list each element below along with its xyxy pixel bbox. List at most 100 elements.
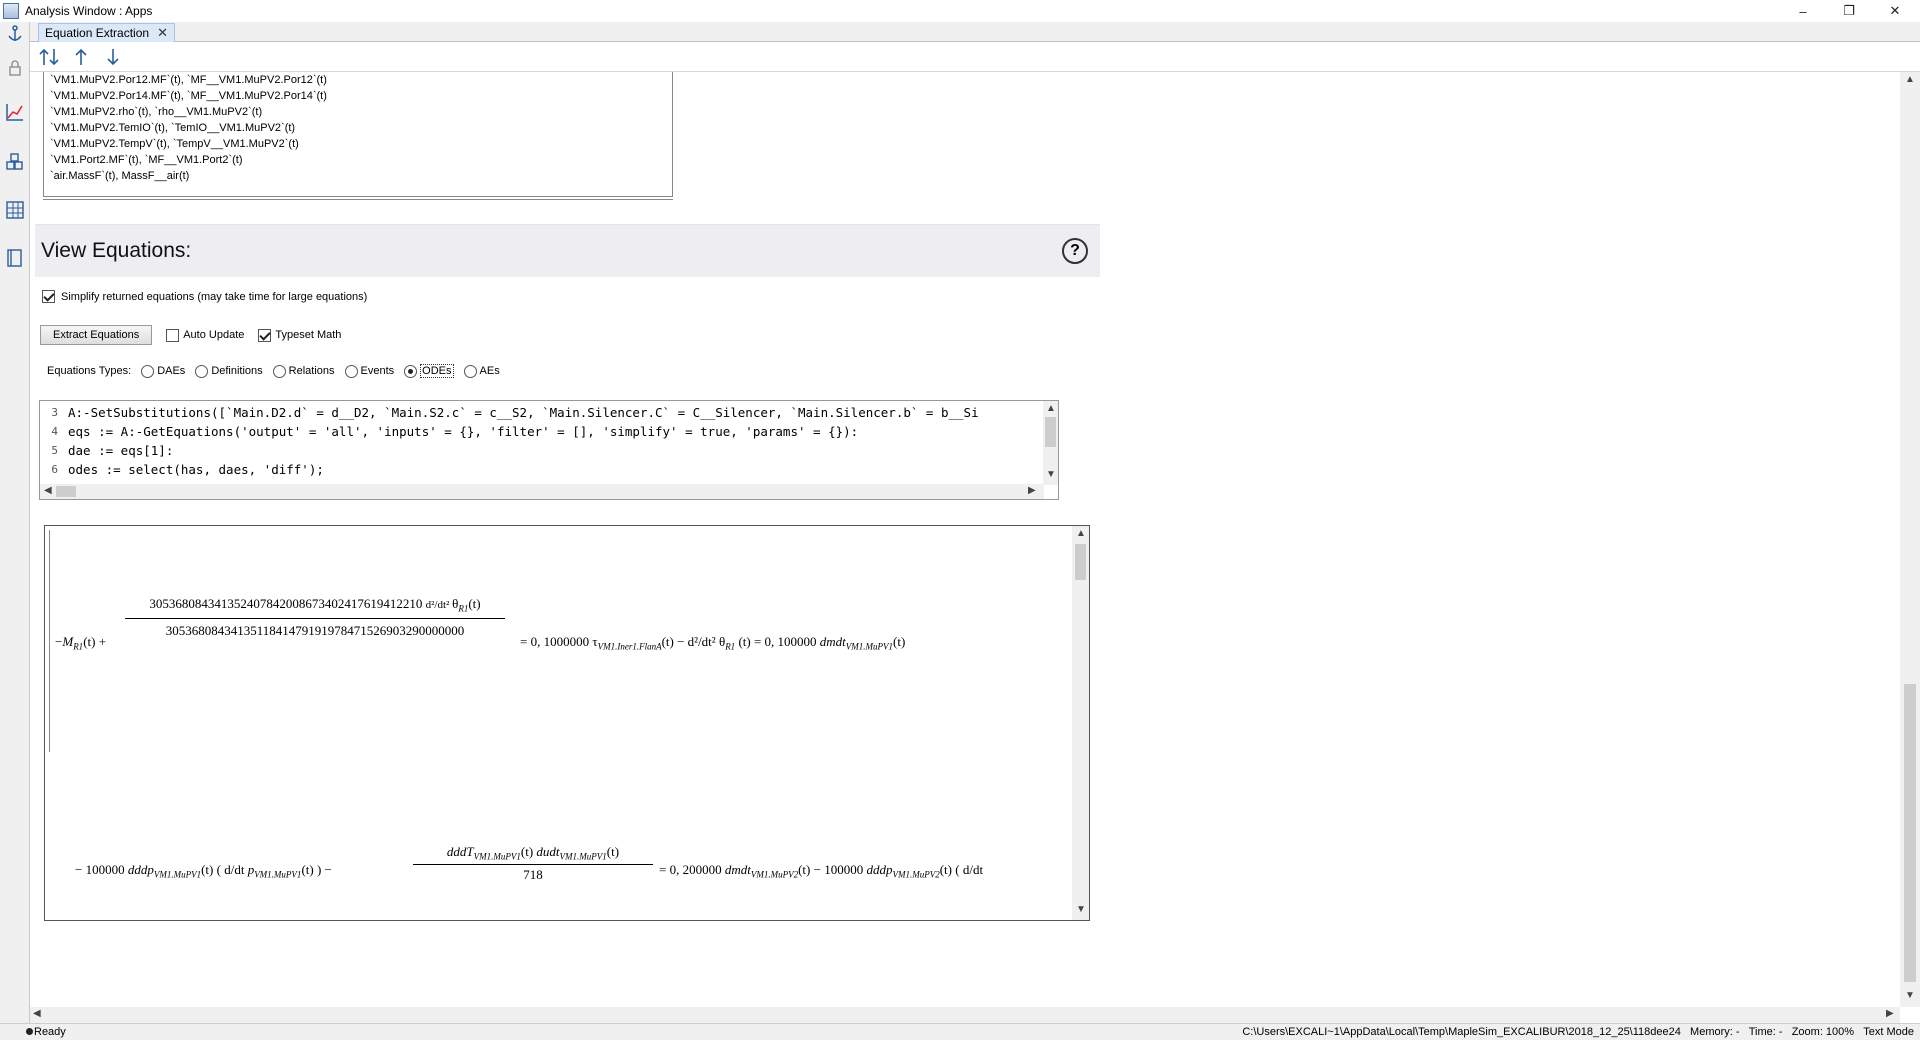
code-text: eqs := A:-GetEquations('output' = 'all',… <box>68 424 859 439</box>
code-line: 5 dae := eqs[1]: <box>40 441 1040 460</box>
math-sub: R1 <box>73 641 84 652</box>
radio-button[interactable] <box>344 364 358 378</box>
math-sub: VM1.Iner1.FlanA <box>597 641 662 652</box>
help-icon[interactable]: ? <box>1062 238 1088 264</box>
minimize-button[interactable]: – <box>1780 0 1826 22</box>
status-dot-icon <box>26 1028 33 1035</box>
radio-odes[interactable]: ODEs <box>404 364 454 378</box>
radio-definitions[interactable]: Definitions <box>195 364 263 378</box>
list-item: `air.MassF`(t), MassF__air(t) <box>50 170 190 182</box>
radio-daes[interactable]: DAEs <box>141 364 186 378</box>
radio-label: Events <box>360 365 395 377</box>
plot-icon[interactable] <box>3 100 27 124</box>
maximize-button[interactable]: ❐ <box>1826 0 1872 22</box>
auto-update-option[interactable]: Auto Update <box>166 328 244 342</box>
radio-button[interactable] <box>195 364 209 378</box>
math-sub: VM1.MuPV1 <box>559 851 607 862</box>
swap-arrows-icon[interactable] <box>36 46 62 68</box>
radio-events[interactable]: Events <box>344 364 395 378</box>
equation-line-2-rhs: = 0, 200000 dmdtVM1.MuPV2(t) − 100000 dd… <box>659 862 984 880</box>
components-icon[interactable] <box>3 150 27 174</box>
section-title: View Equations: <box>41 239 192 262</box>
output-vertical-scrollbar[interactable]: ▲ ▼ <box>1072 526 1089 920</box>
lock-icon[interactable] <box>3 56 27 80</box>
radio-label: DAEs <box>157 365 186 377</box>
window-title: Analysis Window : Apps <box>25 4 153 18</box>
typeset-math-checkbox[interactable] <box>258 328 272 342</box>
tab-equation-extraction[interactable]: Equation Extraction ✕ <box>38 23 175 42</box>
typeset-math-option[interactable]: Typeset Math <box>258 328 341 342</box>
code-line: 6 odes := select(has, daes, 'diff'); <box>40 460 1040 479</box>
status-ready: Ready <box>34 1026 66 1038</box>
auto-update-checkbox[interactable] <box>166 328 180 342</box>
math-symbol: (t) <box>939 862 952 877</box>
math-symbol: (t) <box>606 844 620 859</box>
math-sub: VM1.MuPV2 <box>892 869 940 880</box>
status-bar: Ready C:\Users\EXCALI~1\AppData\Local\Te… <box>0 1023 1920 1040</box>
status-memory: Memory: - <box>1690 1026 1740 1038</box>
list-item: `VM1.Port2.MF`(t), `MF__VM1.Port2`(t) <box>50 154 243 166</box>
document-content: `VM1.MuPV2.Por12.MF`(t), `MF__VM1.MuPV2.… <box>30 72 1900 1007</box>
line-number: 6 <box>51 463 58 476</box>
math-sub: VM1.MuPV1 <box>845 641 894 652</box>
book-icon[interactable] <box>3 246 27 270</box>
table-icon[interactable] <box>3 198 27 222</box>
code-line: 3 A:-SetSubstitutions([`Main.D2.d` = d__D… <box>40 403 1040 422</box>
math-symbol: dddT <box>446 844 474 859</box>
math-text: = 0, 200000 <box>659 862 722 877</box>
math-sub: VM1.MuPV1 <box>254 869 302 880</box>
radio-aes[interactable]: AEs <box>463 364 500 378</box>
radio-button[interactable] <box>463 364 477 378</box>
math-sub: VM1.MuPV1 <box>153 869 202 880</box>
code-text: dae := eqs[1]: <box>68 443 174 458</box>
code-editor[interactable]: 3 A:-SetSubstitutions([`Main.D2.d` = d__D… <box>39 400 1059 500</box>
radio-button[interactable] <box>141 364 155 378</box>
math-text: − 100000 <box>75 862 125 877</box>
fraction-denominator: 3053680843413511841479191978471526903290… <box>165 622 465 638</box>
math-sub: R1 <box>725 641 736 652</box>
math-symbol: dddp <box>866 862 893 877</box>
extract-controls: Extract Equations Auto Update Typeset Ma… <box>40 325 341 345</box>
status-info: C:\Users\EXCALI~1\AppData\Local\Temp\Map… <box>1242 1026 1914 1038</box>
math-symbol: dmdt <box>819 634 846 649</box>
fraction-denominator: 718 <box>523 866 543 882</box>
simplify-option[interactable]: Simplify returned equations (may take ti… <box>42 290 367 303</box>
arrow-down-icon[interactable] <box>100 46 126 68</box>
fraction-2: dddTVM1.MuPV1(t) dudtVM1.MuPV1(t) 718 <box>413 844 653 883</box>
math-text: (t) = 0, 100000 <box>738 634 817 649</box>
list-item: `VM1.MuPV2.rho`(t), `rho__VM1.MuPV2`(t) <box>50 106 263 118</box>
fraction-numerator: 3053680843413524078420086734024176194122… <box>149 596 423 611</box>
code-horizontal-scrollbar[interactable]: ◀ ▶ <box>40 484 1044 499</box>
view-equations-header: View Equations: ? <box>35 224 1100 277</box>
math-symbol: dmdt <box>724 862 751 877</box>
page-vertical-scrollbar[interactable]: ▲ ▼ <box>1900 72 1920 1007</box>
math-symbol: (t) <box>520 844 534 859</box>
tab-label: Equation Extraction <box>45 26 150 40</box>
arrow-up-icon[interactable] <box>68 46 94 68</box>
tab-close-icon[interactable]: ✕ <box>157 25 168 41</box>
equation-types: Equations Types: DAEs Definitions Relati… <box>47 364 500 378</box>
radio-button[interactable] <box>272 364 286 378</box>
radio-relations[interactable]: Relations <box>272 364 335 378</box>
math-sub: VM1.MuPV2 <box>750 869 799 880</box>
status-time: Time: - <box>1748 1026 1783 1038</box>
math-sub: R1 <box>458 603 469 614</box>
code-vertical-scrollbar[interactable]: ▲ ▼ <box>1043 401 1058 485</box>
math-output: −MR1(t) + 305368084341352407842008673402… <box>44 525 1090 921</box>
page-horizontal-scrollbar[interactable]: ◀ ▶ <box>30 1007 1900 1023</box>
extract-equations-button[interactable]: Extract Equations <box>40 325 153 345</box>
code-line: 4 eqs := A:-GetEquations('output' = 'all'… <box>40 422 1040 441</box>
code-text: odes := select(has, daes, 'diff'); <box>68 462 324 477</box>
equation-line-1-rhs: = 0, 1000000 τVM1.Iner1.FlanA(t) − d²/dt… <box>520 634 906 652</box>
list-item: `VM1.MuPV2.TempV`(t), `TempV__VM1.MuPV2`… <box>50 138 299 150</box>
tab-strip: Equation Extraction ✕ <box>30 22 1920 42</box>
close-button[interactable]: ✕ <box>1872 0 1918 22</box>
status-path: C:\Users\EXCALI~1\AppData\Local\Temp\Map… <box>1242 1026 1681 1038</box>
radio-button[interactable] <box>404 364 418 378</box>
app-icon <box>3 3 19 19</box>
anchor-icon[interactable] <box>3 22 27 46</box>
simplify-checkbox[interactable] <box>42 290 55 303</box>
math-text: = 0, 1000000 <box>520 634 590 649</box>
toolbar <box>30 42 1920 72</box>
math-symbol: dudt <box>536 844 560 859</box>
